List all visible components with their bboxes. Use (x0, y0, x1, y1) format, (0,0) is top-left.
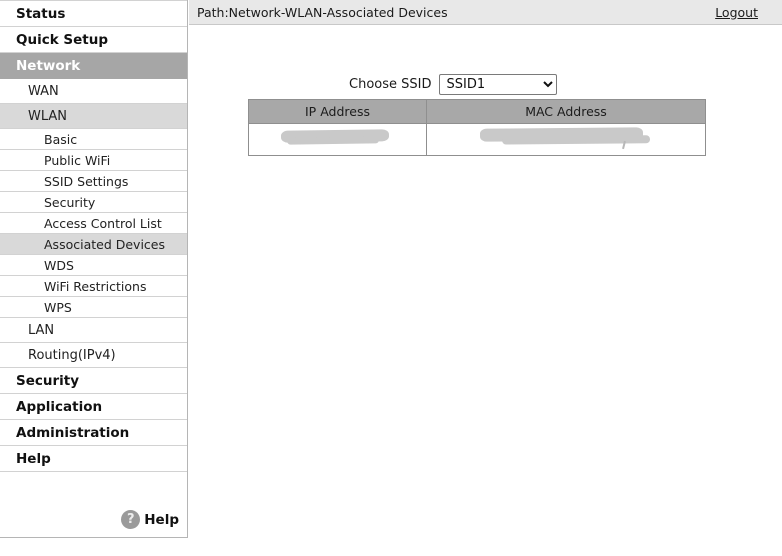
sidebar-item-label: WPS (44, 299, 72, 315)
sidebar-item-label: Security (44, 194, 96, 210)
redaction-overlay-mac (479, 127, 644, 142)
choose-ssid-label: Choose SSID (349, 77, 432, 92)
sidebar-item-associated-devices[interactable]: Associated Devices (0, 234, 187, 255)
sidebar-item-public-wifi[interactable]: Public WiFi (0, 150, 187, 171)
redaction-overlay-ip (280, 129, 390, 143)
sidebar-item-security[interactable]: Security (0, 368, 187, 394)
sidebar-item-access-control-list[interactable]: Access Control List (0, 213, 187, 234)
sidebar-item-application[interactable]: Application (0, 394, 187, 420)
table-body (248, 123, 706, 156)
sidebar-item-network[interactable]: Network (0, 53, 187, 79)
sidebar-item-quick-setup[interactable]: Quick Setup (0, 27, 187, 53)
sidebar-item-label: Application (16, 398, 103, 415)
main-content: Choose SSID SSID1 IP Address MAC Address (189, 26, 782, 556)
sidebar-nav-list: Status Quick Setup Network WAN WLAN Basi… (0, 0, 187, 472)
question-mark-icon: ? (121, 510, 141, 529)
sidebar-item-wlan[interactable]: WLAN (0, 104, 187, 129)
sidebar-item-label: WDS (44, 257, 74, 273)
router-admin-page: Status Quick Setup Network WAN WLAN Basi… (0, 0, 782, 556)
help-shortcut[interactable]: ? Help (121, 510, 179, 529)
sidebar-item-label: Routing(IPv4) (28, 347, 116, 363)
sidebar-item-label: Basic (44, 131, 78, 147)
sidebar-item-label: LAN (28, 322, 55, 338)
sidebar-item-label: Public WiFi (44, 152, 111, 168)
table-head: IP Address MAC Address (248, 99, 706, 124)
sidebar-item-label: Access Control List (44, 215, 162, 231)
sidebar-item-lan[interactable]: LAN (0, 318, 187, 343)
sidebar-item-label: WLAN (28, 108, 68, 124)
sidebar: Status Quick Setup Network WAN WLAN Basi… (0, 0, 188, 538)
sidebar-item-ssid-settings[interactable]: SSID Settings (0, 171, 187, 192)
sidebar-item-label: Network (16, 57, 81, 74)
sidebar-item-label: WiFi Restrictions (44, 278, 147, 294)
sidebar-item-label: Status (16, 5, 66, 22)
sidebar-item-status[interactable]: Status (0, 1, 187, 27)
breadcrumb: Path:Network-WLAN-Associated Devices (197, 4, 448, 20)
cell-mac-address (426, 123, 706, 156)
cell-ip-address (248, 123, 427, 156)
sidebar-item-wds[interactable]: WDS (0, 255, 187, 276)
table-header-row: IP Address MAC Address (248, 99, 706, 124)
sidebar-item-wifi-restrictions[interactable]: WiFi Restrictions (0, 276, 187, 297)
sidebar-item-administration[interactable]: Administration (0, 420, 187, 446)
redaction-stroke-tail (622, 140, 626, 150)
associated-devices-table: IP Address MAC Address (248, 99, 706, 156)
sidebar-item-wps[interactable]: WPS (0, 297, 187, 318)
table-row (248, 123, 706, 156)
sidebar-item-label: Quick Setup (16, 31, 109, 48)
logout-link[interactable]: Logout (715, 5, 758, 20)
ssid-select[interactable]: SSID1 (439, 74, 558, 95)
sidebar-item-routing-ipv4[interactable]: Routing(IPv4) (0, 343, 187, 368)
topbar: Path:Network-WLAN-Associated Devices Log… (189, 0, 782, 25)
column-header-mac-address: MAC Address (426, 99, 706, 124)
sidebar-item-label: SSID Settings (44, 173, 129, 189)
sidebar-item-label: Administration (16, 424, 130, 441)
help-shortcut-label: Help (144, 511, 179, 528)
sidebar-item-label: Associated Devices (44, 236, 165, 252)
sidebar-item-wan[interactable]: WAN (0, 79, 187, 104)
column-header-ip-address: IP Address (248, 99, 427, 124)
sidebar-item-label: Help (16, 450, 51, 467)
sidebar-item-security-wlan[interactable]: Security (0, 192, 187, 213)
sidebar-item-label: WAN (28, 83, 59, 99)
sidebar-item-basic[interactable]: Basic (0, 129, 187, 150)
sidebar-item-label: Security (16, 372, 80, 389)
ssid-chooser-row: Choose SSID SSID1 (349, 74, 558, 95)
sidebar-item-help[interactable]: Help (0, 446, 187, 472)
